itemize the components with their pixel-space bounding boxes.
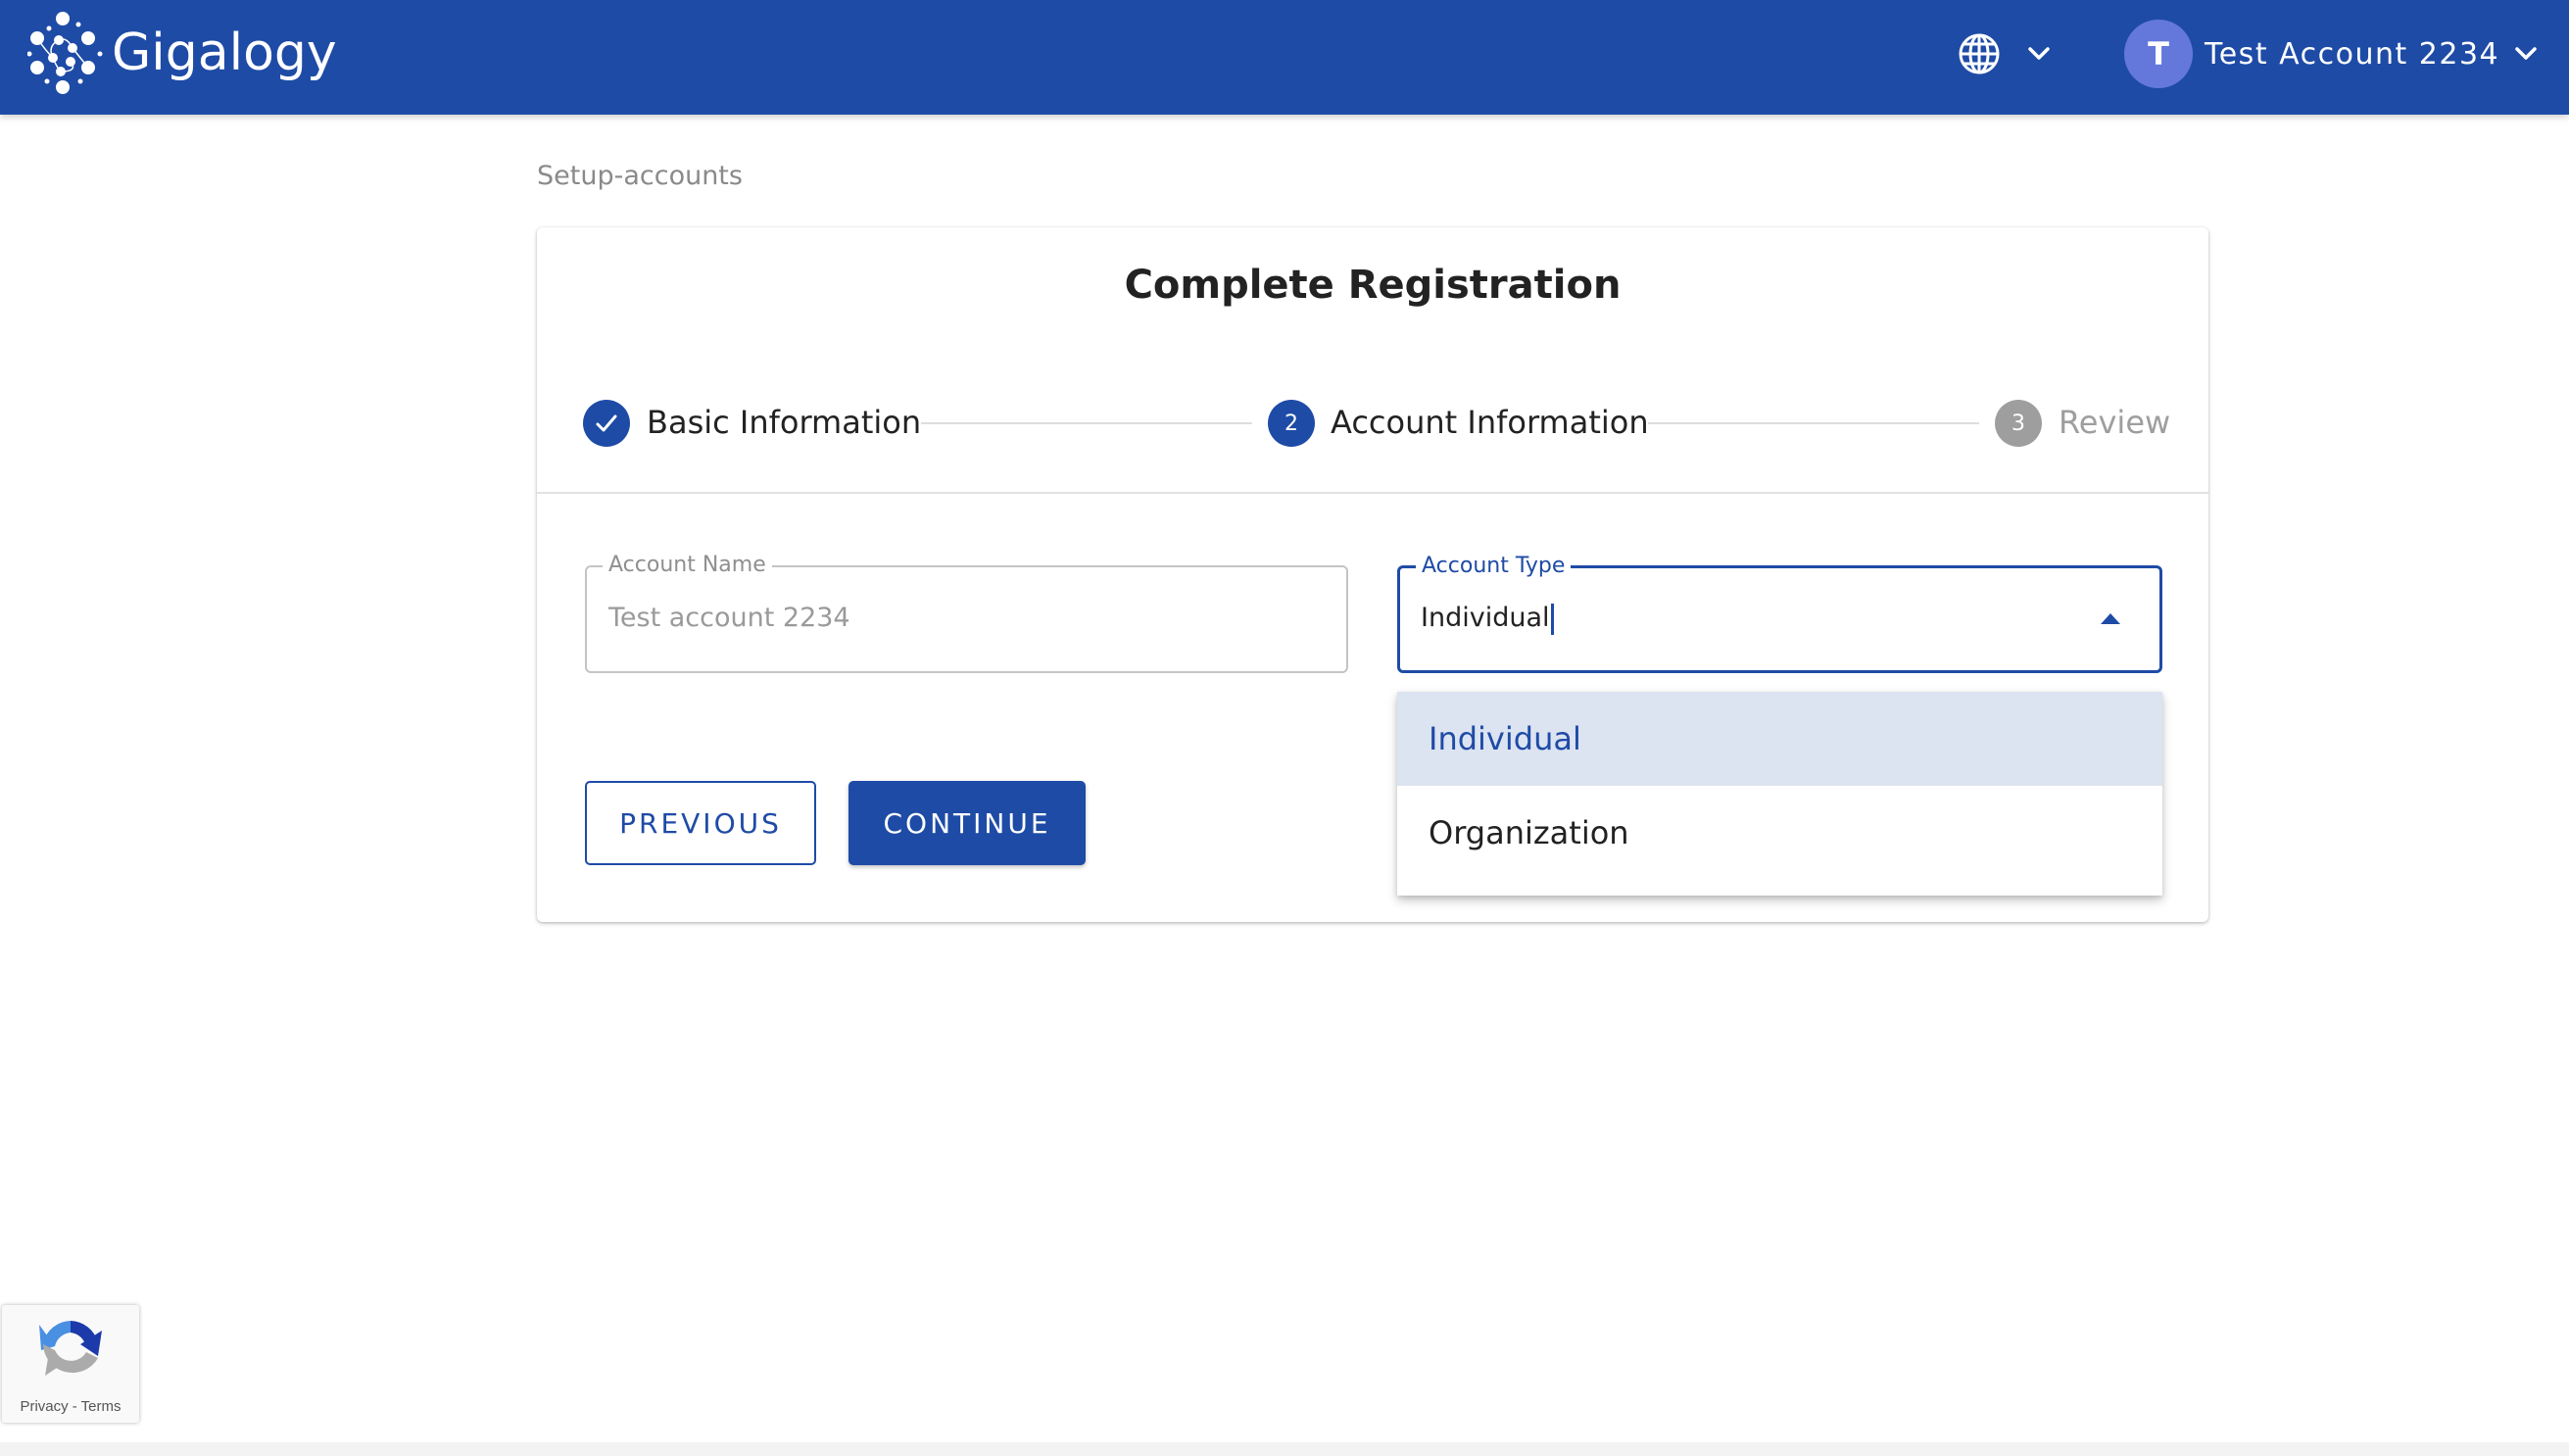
card-divider [537,492,2208,494]
option-organization[interactable]: Organization [1397,786,2162,880]
globe-icon [1959,33,2000,74]
chevron-down-icon [2515,47,2537,60]
step-connector [921,422,1252,424]
account-type-value[interactable]: Individual [1421,603,1554,635]
recaptcha-badge[interactable]: Privacy - Terms [2,1305,139,1423]
page-footer-strip [0,1442,2569,1456]
brand-logo[interactable]: Gigalogy [27,10,337,96]
account-name-value: Test account 2234 [608,603,850,633]
gigalogy-logo-icon [27,12,103,94]
check-icon [596,414,617,432]
account-type-input-text: Individual [1421,603,1550,633]
text-cursor [1550,603,1554,635]
brand-name: Gigalogy [112,24,337,82]
continue-button[interactable]: CONTINUE [848,781,1086,865]
step-1-label: Basic Information [647,404,922,441]
avatar: T [2124,20,2193,88]
language-selector[interactable] [1958,32,2001,75]
page-title: Complete Registration [1124,263,1622,308]
step-connector [1648,422,1979,424]
caret-up-icon[interactable] [2101,612,2120,626]
step-3-label: Review [2059,404,2171,441]
account-type-label: Account Type [1416,554,1572,578]
account-name-label: Account Name [603,553,772,577]
step-1-complete-indicator [583,400,630,447]
previous-button[interactable]: PREVIOUS [585,781,816,865]
account-type-select[interactable]: Account Type Individual [1397,554,2162,673]
step-2-label: Account Information [1331,404,1649,441]
user-account-menu[interactable]: T Test Account 2234 [2124,19,2541,89]
option-individual[interactable]: Individual [1397,692,2162,786]
account-name-field[interactable]: Account Name Test account 2234 [585,553,1348,673]
recaptcha-icon [39,1321,102,1376]
recaptcha-privacy-terms-link[interactable]: Privacy - Terms [2,1398,139,1415]
breadcrumb: Setup-accounts [537,161,743,191]
account-type-options-menu: Individual Organization [1397,692,2162,896]
language-dropdown-toggle[interactable] [2024,39,2054,69]
app-header: Gigalogy T Test Account 2234 [0,0,2569,115]
step-2-indicator: 2 [1268,400,1315,447]
account-name: Test Account 2234 [2205,36,2500,72]
step-3-indicator: 3 [1995,400,2042,447]
chevron-down-icon [2028,47,2050,60]
